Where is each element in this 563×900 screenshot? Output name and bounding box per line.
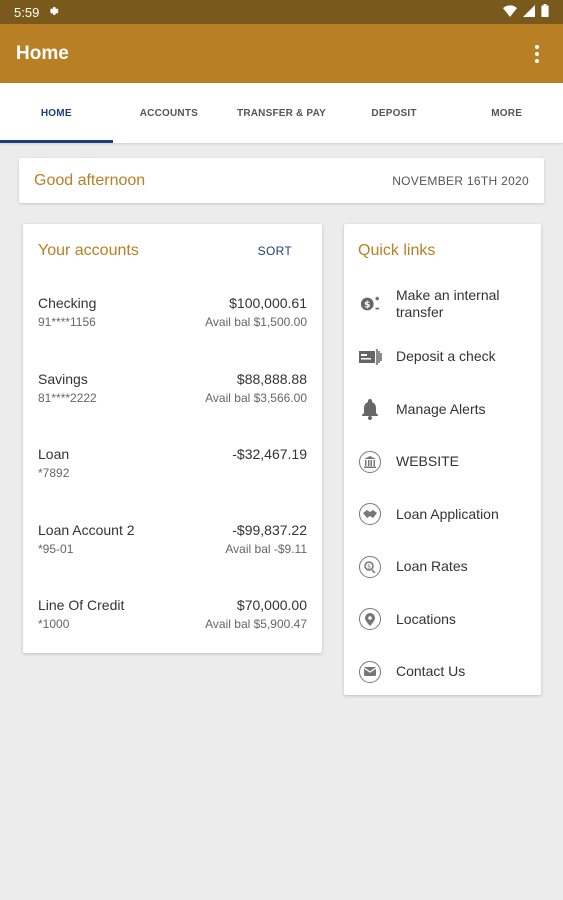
quick-link-internal-transfer[interactable]: $ Make an internal transfer — [358, 278, 527, 331]
overflow-menu-icon[interactable] — [527, 42, 547, 66]
account-number: *95-01 — [38, 541, 74, 556]
account-name: Savings — [38, 370, 88, 387]
tab-bar: HOME ACCOUNTS TRANSFER & PAY DEPOSIT MOR… — [0, 83, 563, 143]
account-available: Avail bal $5,900.47 — [205, 617, 307, 631]
status-time: 5:59 — [14, 4, 40, 20]
account-row[interactable]: Line Of Credit *1000 $70,000.00 Avail ba… — [38, 580, 307, 656]
signal-icon — [523, 4, 535, 20]
quick-link-loan-application[interactable]: Loan Application — [358, 488, 527, 541]
account-number: 91****1156 — [38, 315, 96, 329]
account-available: Avail bal -$9.11 — [225, 541, 307, 556]
mail-icon — [358, 660, 382, 684]
accounts-title: Your accounts — [38, 242, 139, 259]
tab-transfer-pay[interactable]: TRANSFER & PAY — [225, 83, 338, 143]
account-row[interactable]: Loan Account 2 *95-01 -$99,837.22 Avail … — [38, 505, 307, 581]
quick-link-label: Make an internal transfer — [396, 287, 500, 321]
wifi-icon — [503, 4, 517, 20]
quick-links-title: Quick links — [358, 242, 436, 259]
quick-link-loan-rates[interactable]: $ Loan Rates — [358, 541, 527, 594]
account-available: Avail bal $1,500.00 — [205, 315, 307, 329]
bank-icon — [358, 450, 382, 474]
greeting-card: Good afternoon NOVEMBER 16TH 2020 — [19, 158, 544, 203]
svg-text:$: $ — [364, 301, 370, 311]
quick-link-label: Loan Application — [396, 505, 499, 522]
quick-link-label: Contact Us — [396, 663, 466, 680]
status-bar: 5:59 — [0, 0, 563, 24]
check-deposit-icon — [358, 345, 382, 369]
transfer-icon: $ — [358, 292, 382, 316]
settings-gear-icon — [47, 5, 59, 20]
quick-link-label: Manage Alerts — [396, 400, 486, 417]
quick-link-website[interactable]: WEBSITE — [358, 436, 527, 489]
quick-link-label: Loan Rates — [396, 558, 468, 575]
account-balance: $88,888.88 — [236, 370, 307, 387]
bell-icon — [358, 397, 382, 421]
quick-link-label: Locations — [396, 610, 456, 627]
sort-button[interactable]: SORT — [258, 244, 307, 258]
handshake-icon — [358, 502, 382, 526]
quick-link-manage-alerts[interactable]: Manage Alerts — [358, 383, 527, 436]
tab-deposit[interactable]: DEPOSIT — [338, 83, 451, 143]
battery-icon — [541, 4, 549, 20]
account-row[interactable]: Checking 91****1156 $100,000.61 Avail ba… — [38, 278, 307, 354]
quick-link-label: Deposit a check — [396, 348, 496, 365]
quick-links-card: Quick links $ Make an internal transfer … — [344, 224, 541, 695]
account-balance: $70,000.00 — [236, 597, 307, 613]
quick-link-label: WEBSITE — [396, 453, 460, 470]
account-balance: -$32,467.19 — [232, 446, 307, 462]
location-pin-icon — [358, 607, 382, 631]
svg-text:$: $ — [367, 563, 371, 570]
account-name: Line Of Credit — [38, 597, 125, 613]
account-name: Loan Account 2 — [38, 521, 135, 538]
greeting-text: Good afternoon — [34, 171, 146, 189]
account-number: *1000 — [38, 617, 70, 631]
account-balance: $100,000.61 — [229, 295, 307, 311]
tab-accounts[interactable]: ACCOUNTS — [113, 83, 226, 143]
account-number: *7892 — [38, 466, 70, 480]
quick-link-locations[interactable]: Locations — [358, 593, 527, 646]
greeting-date: NOVEMBER 16TH 2020 — [392, 173, 529, 188]
tab-more[interactable]: MORE — [450, 83, 563, 143]
rates-icon: $ — [358, 555, 382, 579]
app-bar: Home — [0, 24, 563, 83]
tab-home[interactable]: HOME — [0, 83, 113, 143]
quick-link-contact-us[interactable]: Contact Us — [358, 646, 527, 699]
account-available: Avail bal $3,566.00 — [205, 390, 307, 405]
account-row[interactable]: Savings 81****2222 $88,888.88 Avail bal … — [38, 354, 307, 430]
page-title: Home — [16, 42, 69, 64]
account-number: 81****2222 — [38, 390, 97, 405]
accounts-card: Your accounts SORT Checking 91****1156 $… — [23, 224, 322, 653]
quick-link-deposit-check[interactable]: Deposit a check — [358, 331, 527, 384]
account-name: Loan — [38, 446, 70, 462]
account-row[interactable]: Loan *7892 -$32,467.19 — [38, 429, 307, 505]
account-name: Checking — [38, 295, 97, 311]
account-balance: -$99,837.22 — [232, 521, 307, 538]
